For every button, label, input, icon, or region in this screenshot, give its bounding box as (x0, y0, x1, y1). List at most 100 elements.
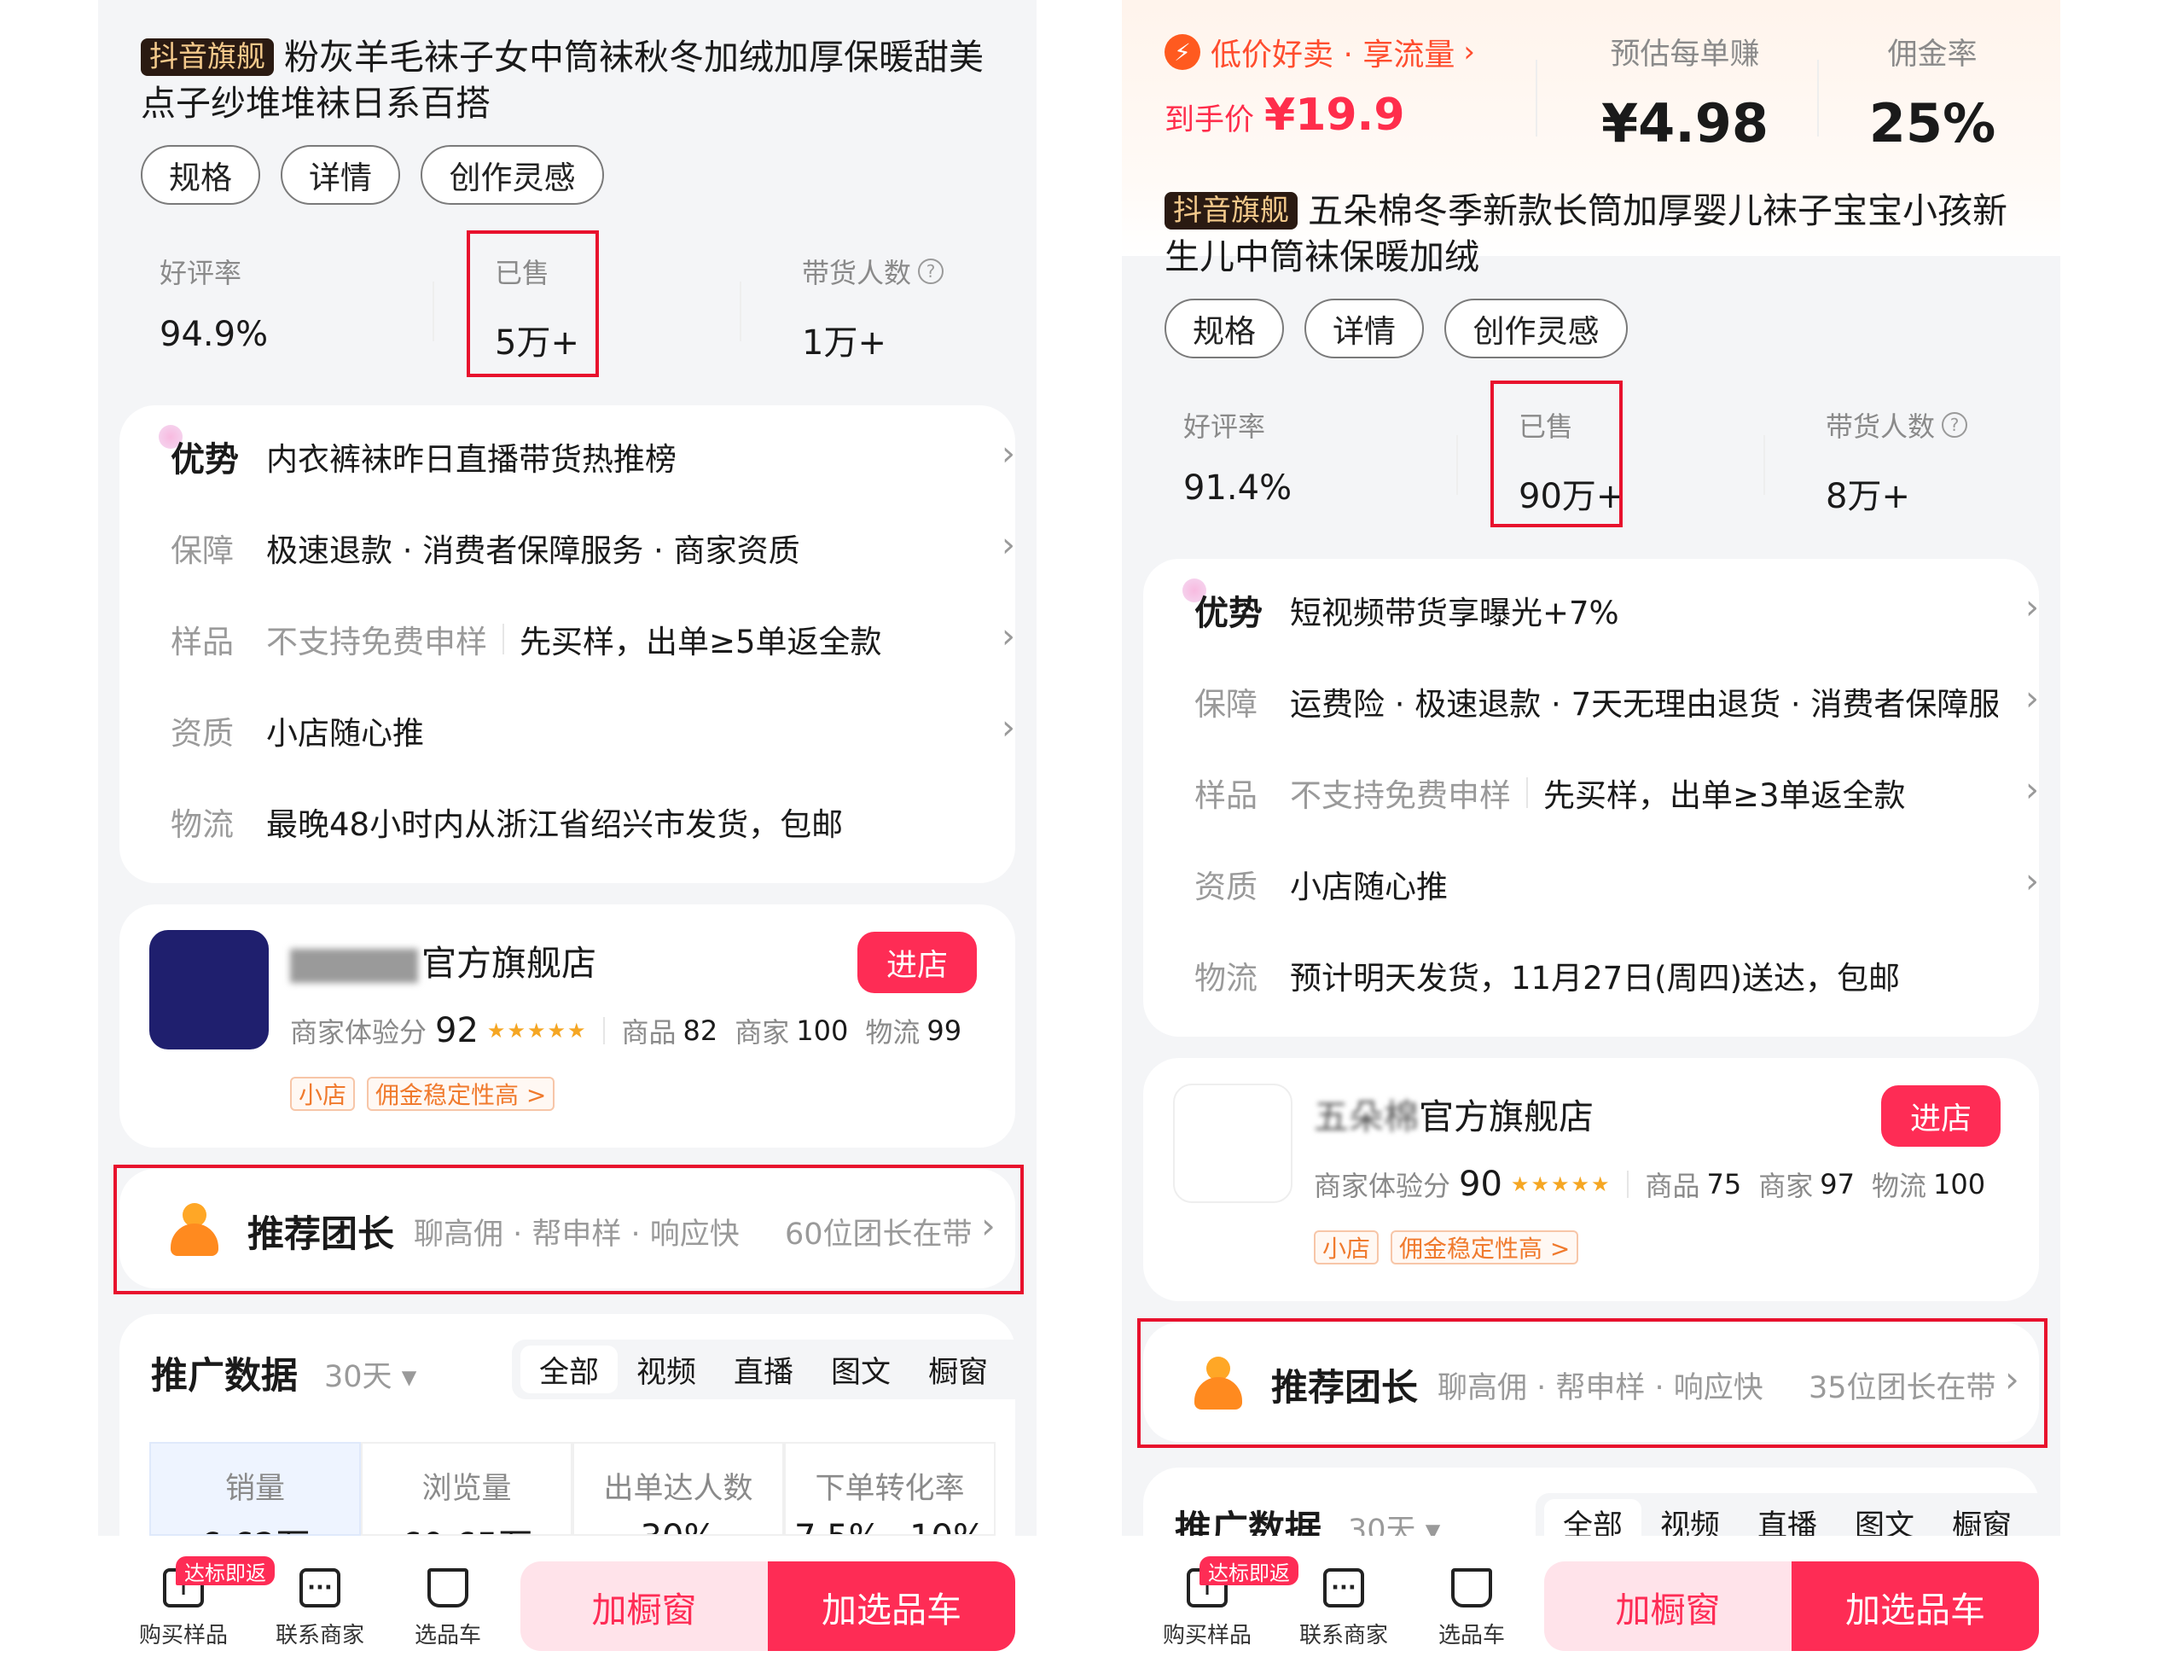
metric-conversion[interactable]: 下单转化率 7.5%~10% (784, 1442, 996, 1536)
chat-icon: ··· (1323, 1568, 1364, 1607)
row-qualification[interactable]: 资质 小店随心推 › (171, 705, 1024, 756)
enter-store-button[interactable]: 进店 (857, 932, 977, 993)
row-sample[interactable]: 样品 不支持免费申样 先买样，出单≥5单返全款 › (171, 613, 1024, 665)
metric-value: 6.62万 (151, 1518, 359, 1534)
price-label: 到手价 (1165, 103, 1255, 137)
buy-sample-button[interactable]: ↑ 购买样品 达标即返 (128, 1556, 275, 1649)
metric-value: 30% (574, 1518, 782, 1534)
store-metrics: 商家体验分 90 ★★★★★ 商品 75 商家 97 物流 100 (1314, 1165, 2002, 1204)
product-title: 抖音旗舰 五朵棉冬季新款长筒加厚婴儿袜子宝宝小孩新生儿中筒袜保暖加绒 (1165, 188, 2035, 280)
chip-spec[interactable]: 规格 (141, 145, 260, 205)
chevron-right-icon: › (2025, 679, 2039, 718)
store-name[interactable]: 官方旗舰店 (290, 934, 596, 985)
contact-merchant-button[interactable]: ··· 联系商家 (1288, 1568, 1399, 1649)
advantage-label-text: 优势 (171, 440, 239, 480)
add-cart-button[interactable]: 加选品车 (768, 1561, 1015, 1651)
blurred-store-name (290, 949, 418, 983)
advantage-label: 优势 (159, 425, 266, 481)
sample-label: 样品 (1194, 777, 1258, 814)
row-guarantee[interactable]: 保障 运费险 · 极速退款 · 7天无理由退货 · 消费者保障服 › (1194, 676, 2048, 727)
row-qualification[interactable]: 资质 小店随心推 › (1194, 858, 2048, 910)
help-icon[interactable]: ? (1942, 412, 1968, 438)
logistics-text: 预计明天发货，11月27日(周四)送达，包邮 (1290, 960, 1901, 997)
row-advantage[interactable]: 优势 内衣裤袜昨日直播带货热推榜 › (159, 425, 1024, 482)
tab-image-text[interactable]: 图文 (812, 1346, 909, 1393)
stat-rating-value: 94.9% (160, 315, 269, 354)
chip-spec[interactable]: 规格 (1165, 299, 1284, 358)
stat-sellers[interactable]: 带货人数? 1万+ (802, 252, 944, 364)
chip-details[interactable]: 详情 (281, 145, 400, 205)
tab-video[interactable]: 视频 (618, 1346, 715, 1393)
goods-value: 75 (1706, 1168, 1742, 1200)
tab-all[interactable]: 全部 (520, 1346, 619, 1393)
metric-sales[interactable]: 销量 6.62万 (149, 1442, 361, 1536)
product-title: 抖音旗舰 粉灰羊毛袜子女中筒袜秋冬加绒加厚保暖甜美点子纱堆堆袜日系百搭 (141, 34, 1011, 126)
phone-screen-right: ⚡ 低价好卖 · 享流量 › 到手价 ¥19.9 预估每单赚 ¥4.98 佣金率 25… (1122, 0, 2060, 1680)
store-tags: 小店 佣金稳定性高 > (290, 1077, 566, 1111)
row-sample[interactable]: 样品 不支持免费申样 先买样，出单≥3单返全款 › (1194, 767, 2048, 818)
promo-link-text: 低价好卖 · 享流量 (1211, 38, 1455, 73)
enter-store-button[interactable]: 进店 (1881, 1085, 2001, 1147)
metric-creators[interactable]: 出单达人数 30% (572, 1442, 784, 1536)
add-window-button[interactable]: 加橱窗 (1544, 1561, 1792, 1651)
selection-cart-button[interactable]: 选品车 (392, 1568, 503, 1649)
rebate-badge: 达标即返 (1199, 1556, 1298, 1585)
chevron-right-icon: › (1002, 617, 1015, 656)
selection-cart-button[interactable]: 选品车 (1416, 1568, 1527, 1649)
chat-icon: ··· (299, 1568, 340, 1607)
promo-range-select[interactable]: 30天 ▾ (324, 1352, 416, 1396)
buy-sample-label: 购买样品 (138, 1623, 228, 1648)
advantage-label: 优势 (1182, 578, 1290, 635)
row-guarantee[interactable]: 保障 极速退款 · 消费者保障服务 · 商家资质 › (171, 522, 1024, 573)
store-logistics-value: 99 (926, 1014, 962, 1047)
chip-inspiration[interactable]: 创作灵感 (1444, 299, 1628, 358)
advantage-text: 内衣裤袜昨日直播带货热推榜 (266, 441, 677, 478)
bottom-bar: ↑ 购买样品 达标即返 ··· 联系商家 选品车 加橱窗 加选品车 (1122, 1536, 2060, 1680)
sample-policy-text: 先买样，出单≥3单返全款 (1543, 777, 1906, 814)
promo-link[interactable]: ⚡ 低价好卖 · 享流量 › (1165, 30, 1475, 74)
highlight-box-leader (1137, 1318, 2048, 1448)
store-name-suffix: 官方旗舰店 (1419, 1096, 1594, 1137)
stat-sellers[interactable]: 带货人数? 8万+ (1826, 405, 1968, 518)
tag-commission[interactable]: 佣金稳定性高 > (1391, 1230, 1579, 1264)
score-value: 90 (1459, 1165, 1502, 1204)
guarantee-label: 保障 (171, 532, 234, 569)
stat-rating-label: 好评率 (160, 257, 242, 289)
sample-free-text: 不支持免费申样 (1290, 777, 1511, 814)
cart-icon (1451, 1568, 1492, 1607)
star-rating-icon: ★★★★★ (486, 1019, 588, 1043)
qualification-label: 资质 (1194, 869, 1258, 905)
buy-sample-button[interactable]: ↑ 购买样品 达标即返 (1152, 1556, 1298, 1649)
chip-inspiration[interactable]: 创作灵感 (421, 145, 604, 205)
info-card: 优势 短视频带货享曝光+7% › 保障 运费险 · 极速退款 · 7天无理由退货… (1143, 559, 2039, 1037)
cart-label: 选品车 (414, 1623, 481, 1648)
metric-views[interactable]: 浏览量 60.65万 (361, 1442, 572, 1536)
metric-value: 60.65万 (363, 1518, 571, 1534)
store-logo[interactable] (1173, 1084, 1292, 1203)
contact-label: 联系商家 (1298, 1623, 1388, 1648)
commission-label: 佣金率 (1887, 38, 1978, 72)
store-name[interactable]: 五朵棉官方旗舰店 (1314, 1088, 1594, 1139)
row-logistics: 物流 预计明天发货，11月27日(周四)送达，包邮 (1194, 950, 2048, 1001)
chip-details[interactable]: 详情 (1304, 299, 1424, 358)
help-icon[interactable]: ? (918, 259, 944, 284)
stat-sellers-value: 8万+ (1826, 477, 1910, 516)
tab-live[interactable]: 直播 (715, 1346, 812, 1393)
tab-window[interactable]: 橱窗 (909, 1346, 1007, 1393)
tag-shop: 小店 (1314, 1230, 1380, 1264)
add-cart-button[interactable]: 加选品车 (1792, 1561, 2039, 1651)
chevron-right-icon: › (1463, 35, 1475, 69)
store-logo[interactable] (149, 930, 269, 1049)
stat-sellers-label: 带货人数? (802, 252, 944, 291)
add-window-button[interactable]: 加橱窗 (520, 1561, 768, 1651)
divider (602, 1017, 605, 1044)
store-logistics-value: 100 (1932, 1168, 1986, 1200)
earn-value: ¥4.98 (1600, 92, 1769, 154)
row-advantage[interactable]: 优势 短视频带货享曝光+7% › (1182, 578, 2048, 636)
stat-divider (1763, 435, 1765, 495)
tag-commission[interactable]: 佣金稳定性高 > (367, 1077, 555, 1111)
divider (1626, 1171, 1629, 1198)
contact-merchant-button[interactable]: ··· 联系商家 (264, 1568, 375, 1649)
promo-range-text: 30天 (324, 1360, 392, 1394)
score-label: 商家体验分 (290, 1016, 427, 1049)
